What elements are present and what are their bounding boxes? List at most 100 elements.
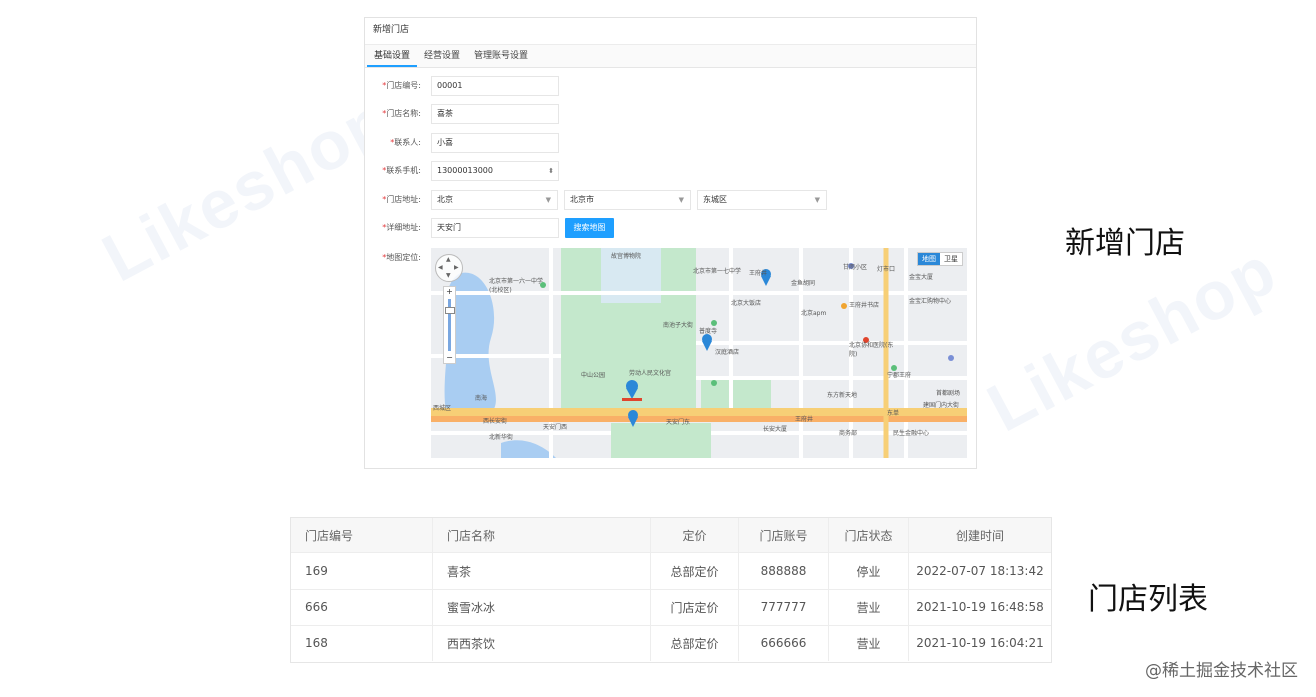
map-type-satellite-button[interactable]: 卫星 (940, 253, 962, 265)
place-label: 长安大厦 (763, 426, 788, 433)
header-store-name: 门店名称 (433, 518, 651, 552)
cell-pricing: 总部定价 (651, 553, 739, 589)
chevron-down-icon: ▼ (678, 196, 684, 204)
place-label: 天安门东 (666, 419, 691, 426)
table-row[interactable]: 666 蜜雪冰冰 门店定价 777777 营业 2021-10-19 16:48… (291, 589, 1051, 626)
map-label: 地图定位: (386, 253, 421, 262)
address-label: 详细地址: (386, 223, 421, 232)
source-credit: @稀土掘金技术社区 (1145, 661, 1298, 681)
place-label: 金宝汇购物中心 (909, 298, 952, 305)
contact-input[interactable]: 小喜 (431, 133, 559, 153)
place-label: 中山公园 (581, 372, 606, 379)
header-store-code: 门店编号 (291, 518, 433, 552)
cell-store-name: 喜茶 (433, 553, 651, 589)
form-caption: 新增门店 (1065, 226, 1185, 261)
place-label: 天安门西 (543, 424, 568, 431)
arrow-right-icon[interactable]: ▶ (454, 264, 459, 271)
place-label: 普度寺 (699, 328, 718, 335)
field-region: *门店地址: 北京 ▼ 北京市 ▼ 东城区 ▼ (365, 190, 976, 210)
cell-store-code: 168 (291, 625, 433, 661)
zoom-out-icon[interactable]: − (444, 353, 455, 363)
district-value: 东城区 (703, 195, 727, 204)
contact-label: 联系人: (394, 138, 421, 147)
place-label: 北京协和医院(东院) (849, 342, 894, 358)
cell-store-code: 666 (291, 589, 433, 625)
place-label: 王府井 (749, 270, 768, 277)
table-header: 门店编号 门店名称 定价 门店账号 门店状态 创建时间 (291, 518, 1051, 553)
watermark: Likeshop (90, 81, 404, 297)
arrow-down-icon[interactable]: ▼ (446, 272, 451, 279)
map-type-standard-button[interactable]: 地图 (918, 253, 940, 265)
field-store-name: *门店名称: 喜茶 (365, 104, 976, 124)
tab-bar: 基础设置 经营设置 管理账号设置 (365, 45, 976, 68)
header-pricing: 定价 (651, 518, 739, 552)
tab-business-settings[interactable]: 经营设置 (417, 48, 467, 67)
arrow-left-icon[interactable]: ◀ (438, 264, 443, 271)
place-label: 劳动人民文化宫 (629, 370, 672, 377)
cell-pricing: 门店定价 (651, 589, 739, 625)
watermark: Likeshop (975, 231, 1289, 447)
store-name-label: 门店名称: (386, 109, 421, 118)
arrow-up-icon[interactable]: ▲ (446, 256, 451, 263)
cell-account: 888888 (739, 553, 829, 589)
cell-pricing: 总部定价 (651, 625, 739, 661)
cell-created-time: 2021-10-19 16:04:21 (916, 636, 1044, 650)
cell-store-name: 蜜雪冰冰 (433, 589, 651, 625)
cell-status: 停业 (829, 553, 909, 589)
place-label: 西长安街 (483, 418, 508, 425)
place-label: 建国门内大街 (923, 402, 960, 409)
zoom-in-icon[interactable]: + (444, 287, 455, 297)
table-row[interactable]: 169 喜茶 总部定价 888888 停业 2022-07-07 18:13:4… (291, 553, 1051, 590)
place-label: 商务部 (839, 430, 858, 437)
zoom-handle[interactable] (445, 307, 455, 314)
place-label: 西城区 (433, 405, 452, 412)
district-select[interactable]: 东城区 ▼ (697, 190, 827, 210)
number-spinner-icon[interactable]: ⬍ (548, 162, 554, 180)
city-value: 北京市 (570, 195, 594, 204)
map-type-toggle: 地图 卫星 (917, 252, 963, 266)
tab-account-settings[interactable]: 管理账号设置 (467, 48, 535, 67)
store-list-table: 门店编号 门店名称 定价 门店账号 门店状态 创建时间 169 喜茶 总部定价 … (290, 517, 1052, 663)
place-label: 北京市第一七中学 (693, 268, 742, 275)
place-label: 甘雨小区 (843, 264, 868, 271)
place-label: 汉庭酒店 (715, 349, 740, 356)
cell-status: 营业 (829, 625, 909, 661)
zoom-control[interactable]: + − (443, 286, 456, 364)
place-label: 北京apm (801, 310, 827, 317)
store-name-input[interactable]: 喜茶 (431, 104, 559, 124)
store-code-label: 门店编号: (386, 81, 421, 90)
place-label: 王府井 (795, 416, 814, 423)
panel-title: 新增门店 (365, 18, 976, 45)
place-label: 民生金融中心 (893, 430, 930, 437)
tab-basic-settings[interactable]: 基础设置 (367, 48, 418, 67)
place-label: 首都剧场 (936, 390, 961, 397)
header-status: 门店状态 (829, 518, 909, 552)
cell-store-name: 西西茶饮 (433, 625, 651, 661)
header-created-time: 创建时间 (955, 528, 1004, 543)
cell-created-time: 2021-10-19 16:48:58 (916, 600, 1044, 614)
city-select[interactable]: 北京市 ▼ (564, 190, 691, 210)
search-map-button[interactable]: 搜索地图 (565, 218, 614, 238)
cell-status: 营业 (829, 589, 909, 625)
chevron-down-icon: ▼ (545, 196, 551, 204)
cell-account: 777777 (739, 589, 829, 625)
cell-store-code: 169 (291, 553, 433, 589)
place-label: 灯市口 (877, 266, 896, 273)
location-map[interactable]: 故宫博物院 北京市第一七中学 北京市第一六一中学(北校区) 王府井 金鱼胡同 北… (431, 248, 967, 458)
add-store-panel: 新增门店 基础设置 经营设置 管理账号设置 *门店编号: 00001 *门店名称… (364, 17, 977, 469)
place-label: 南海 (475, 395, 488, 402)
cell-account: 666666 (739, 625, 829, 661)
place-label: 东单 (887, 410, 900, 417)
place-label: 南池子大街 (663, 322, 694, 329)
phone-input[interactable]: 13000013000 ⬍ (431, 161, 559, 181)
table-row[interactable]: 168 西西茶饮 总部定价 666666 营业 2021-10-19 16:04… (291, 625, 1051, 661)
province-select[interactable]: 北京 ▼ (431, 190, 558, 210)
field-store-code: *门店编号: 00001 (365, 76, 976, 96)
store-code-input[interactable]: 00001 (431, 76, 559, 96)
phone-value: 13000013000 (437, 166, 493, 175)
phone-label: 联系手机: (386, 166, 421, 175)
field-phone: *联系手机: 13000013000 ⬍ (365, 161, 976, 181)
address-input[interactable]: 天安门 (431, 218, 559, 238)
place-label: 北京市第一六一中学(北校区) (489, 278, 544, 294)
pan-control[interactable]: ▲ ▼ ◀ ▶ (435, 254, 463, 282)
